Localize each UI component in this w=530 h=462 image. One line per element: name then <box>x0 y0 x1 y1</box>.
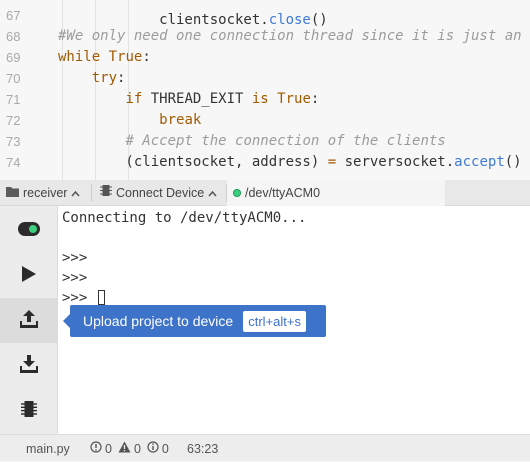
toggle-icon <box>17 221 40 240</box>
tab-receiver[interactable]: receiver <box>0 180 91 206</box>
code-text: break <box>58 110 201 131</box>
code-line[interactable]: 68 #We only need one connection thread si… <box>0 26 530 47</box>
run-button[interactable] <box>0 253 57 298</box>
code-token: (clientsocket, address) <box>58 154 328 170</box>
code-token: True <box>108 49 143 65</box>
terminal-prompt: >>> <box>62 290 88 306</box>
device-button[interactable] <box>0 388 57 433</box>
terminal-cursor <box>97 290 105 305</box>
status-bar: main.py 0 0 0 63:23 <box>0 434 530 461</box>
code-token: True <box>277 91 311 107</box>
cursor-position[interactable]: 63:23 <box>187 435 218 462</box>
chevron-up-icon[interactable] <box>71 180 81 206</box>
folder-icon <box>6 180 19 206</box>
terminal-tab-bar: receiver Connect Device /dev/ttyACM0 <box>0 180 530 206</box>
code-token: serversocket. <box>336 154 455 170</box>
line-number: 67 <box>6 8 21 23</box>
code-line[interactable]: 71 if THREAD_EXIT is True: <box>0 89 530 110</box>
tab-connect-device-label: Connect Device <box>116 186 205 200</box>
code-line[interactable]: 69 while True: <box>0 47 530 68</box>
code-text: try: <box>58 68 126 89</box>
code-token: #We only need one connection thread sinc… <box>58 28 522 44</box>
code-token: is <box>251 91 269 107</box>
toggle-connection-button[interactable] <box>0 208 57 253</box>
chevron-up-icon[interactable] <box>208 180 217 206</box>
terminal-prompt-line: >>> <box>62 270 88 286</box>
code-token: : <box>310 91 320 107</box>
connection-status-dot <box>233 189 241 197</box>
code-token: : <box>142 49 151 65</box>
tab-receiver-label: receiver <box>23 186 68 200</box>
warning-icon <box>118 441 131 456</box>
code-text: while True: <box>58 47 151 68</box>
upload-button[interactable] <box>0 298 57 343</box>
code-token: break <box>159 112 202 128</box>
info-count: 0 <box>161 441 169 456</box>
line-number: 71 <box>6 92 21 107</box>
terminal-connecting-line: Connecting to /dev/ttyACM0... <box>62 210 307 226</box>
current-file-label: main.py <box>26 441 70 456</box>
chip-icon <box>20 400 37 422</box>
code-token: if <box>125 91 143 107</box>
info-icon <box>147 441 159 456</box>
line-number: 72 <box>6 113 21 128</box>
code-line[interactable]: 70 try: <box>0 68 530 89</box>
code-token: try <box>91 70 118 86</box>
tab-connect-device[interactable]: Connect Device <box>94 180 226 206</box>
code-token: while <box>58 49 101 65</box>
code-token: # Accept the connection of the clients <box>125 133 446 149</box>
code-line[interactable]: 73 # Accept the connection of the client… <box>0 131 530 152</box>
upload-icon <box>19 309 38 332</box>
code-text: #We only need one connection thread sinc… <box>58 26 522 47</box>
warning-count: 0 <box>133 441 141 456</box>
code-token: : <box>117 70 126 86</box>
code-token: = <box>327 154 337 170</box>
line-number: 69 <box>6 50 21 65</box>
code-text: # Accept the connection of the clients <box>58 131 446 152</box>
upload-tooltip: Upload project to device ctrl+alt+s <box>63 305 326 337</box>
tool-rail <box>0 206 58 434</box>
cursor-position-label: 63:23 <box>187 441 219 456</box>
code-text: if THREAD_EXIT is True: <box>58 89 319 110</box>
tab-port-label: /dev/ttyACM0 <box>245 186 321 200</box>
code-token: accept <box>454 154 505 170</box>
line-number: 73 <box>6 134 21 149</box>
code-line[interactable]: 72 break <box>0 110 530 131</box>
terminal-prompt-line: >>> <box>62 250 88 266</box>
line-number: 68 <box>6 29 21 44</box>
code-editor[interactable]: clientsocket.close() 67 68 #We only need o… <box>0 0 530 180</box>
tab-port[interactable]: /dev/ttyACM0 <box>227 180 445 206</box>
code-token: () <box>504 154 522 170</box>
problems-summary[interactable]: 0 0 0 <box>90 435 169 462</box>
tab-divider <box>91 184 92 202</box>
code-line[interactable]: 74 (clientsocket, address) = serversocke… <box>0 152 530 173</box>
download-icon <box>19 354 38 377</box>
line-number: 70 <box>6 71 21 86</box>
play-icon <box>21 265 37 287</box>
code-line[interactable]: 67 <box>0 5 530 26</box>
code-text: (clientsocket, address) = serversocket.a… <box>58 152 522 173</box>
tooltip-label: Upload project to device <box>83 313 234 329</box>
download-button[interactable] <box>0 343 57 388</box>
code-token: THREAD_EXIT <box>142 91 252 107</box>
line-number: 74 <box>6 155 21 170</box>
error-icon <box>90 441 102 456</box>
tooltip-shortcut: ctrl+alt+s <box>243 310 306 332</box>
current-file[interactable]: main.py <box>26 435 70 462</box>
chip-icon <box>100 180 112 206</box>
error-count: 0 <box>105 441 112 456</box>
